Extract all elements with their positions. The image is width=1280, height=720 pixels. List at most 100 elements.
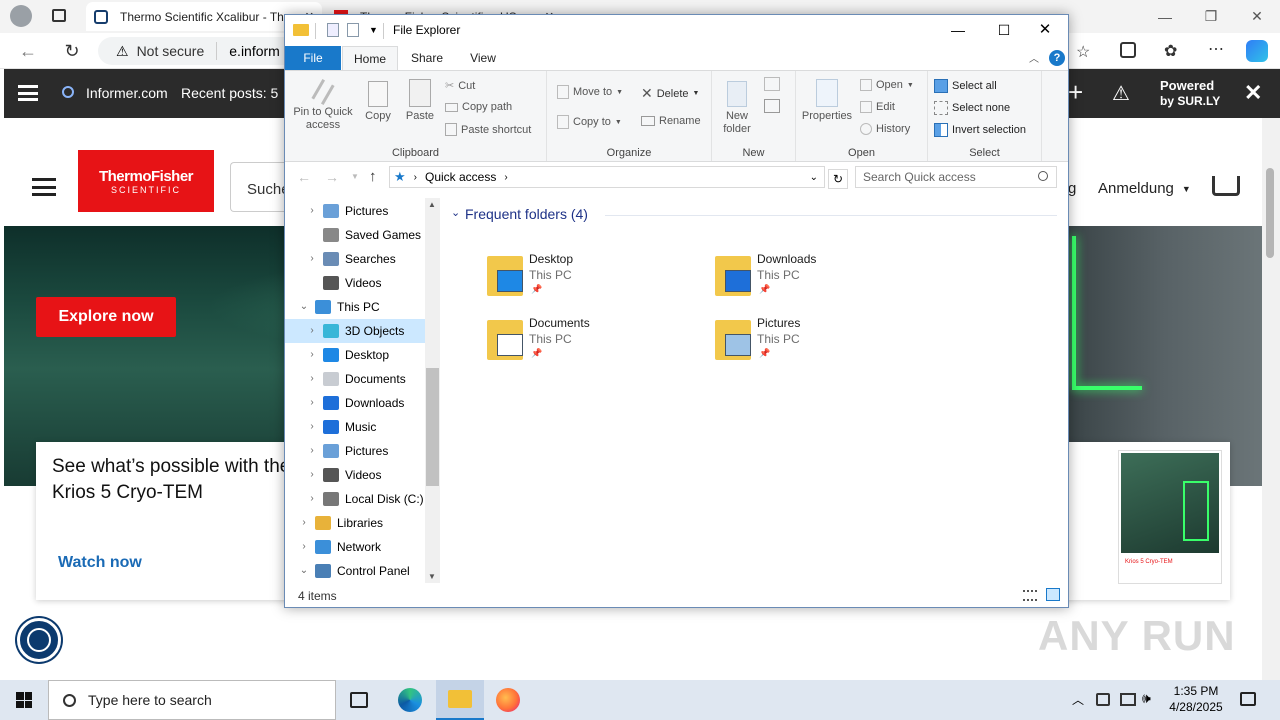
task-view-icon[interactable]: [350, 692, 368, 708]
easy-access-icon[interactable]: [764, 99, 780, 113]
network-icon[interactable]: [1120, 693, 1136, 706]
tab-share[interactable]: Share: [399, 46, 455, 70]
new-folder-qat-icon[interactable]: [347, 23, 359, 37]
copy-path-button[interactable]: Copy path: [445, 101, 512, 113]
recent-locations-icon[interactable]: ▼: [351, 172, 359, 181]
menu-dots-icon[interactable]: ⋯: [1208, 39, 1224, 59]
tree-item-control-panel[interactable]: ⌄ Control Panel: [285, 559, 425, 583]
history-button[interactable]: History: [860, 123, 910, 135]
favorites-icon[interactable]: ☆: [1076, 42, 1090, 62]
tree-item-3d-objects[interactable]: › 3D Objects: [285, 319, 425, 343]
tree-item-downloads[interactable]: › Downloads: [285, 391, 425, 415]
chevron-right-icon[interactable]: ›: [307, 374, 317, 384]
delete-button[interactable]: ✕ Delete ▼: [641, 85, 699, 102]
chevron-right-icon[interactable]: ›: [307, 350, 317, 360]
chevron-right-icon[interactable]: ›: [307, 470, 317, 480]
folder-tile-desktop[interactable]: Desktop This PC 📌: [483, 252, 693, 308]
scroll-down-icon[interactable]: ▼: [428, 572, 436, 581]
informer-site[interactable]: Informer.com: [86, 85, 168, 101]
chevron-down-icon[interactable]: ⌄: [299, 566, 309, 576]
details-view-icon[interactable]: [1023, 590, 1037, 601]
collapse-ribbon-icon[interactable]: ︿: [1029, 50, 1039, 65]
up-arrow-icon[interactable]: ↑: [369, 168, 377, 185]
breadcrumb-path[interactable]: Quick access: [425, 170, 496, 184]
extensions-icon[interactable]: ✿: [1164, 41, 1177, 61]
close-button[interactable]: ✕: [1022, 15, 1068, 46]
chevron-down-icon[interactable]: ⌄: [299, 302, 309, 312]
scroll-thumb[interactable]: [426, 368, 439, 486]
tree-item-saved-games[interactable]: Saved Games: [285, 223, 425, 247]
copy-button[interactable]: Copy: [359, 77, 397, 123]
taskbar-search-box[interactable]: Type here to search: [48, 680, 336, 720]
hardware-icon[interactable]: [1096, 693, 1110, 706]
cut-button[interactable]: ✂ Cut: [445, 79, 475, 93]
volume-icon[interactable]: 🕪: [1142, 690, 1151, 707]
forward-arrow-icon[interactable]: →: [325, 169, 339, 185]
restore-button[interactable]: ❐: [1188, 0, 1234, 33]
properties-button[interactable]: Properties: [798, 77, 856, 123]
chevron-right-icon[interactable]: ›: [307, 326, 317, 336]
chevron-right-icon[interactable]: ›: [307, 206, 317, 216]
minimize-button[interactable]: —: [1142, 0, 1188, 33]
hamburger-icon[interactable]: [32, 178, 56, 196]
tree-item-desktop[interactable]: › Desktop: [285, 343, 425, 367]
tab-file[interactable]: File: [285, 46, 341, 70]
collections-icon[interactable]: [1120, 42, 1136, 58]
paste-button[interactable]: Paste: [401, 77, 439, 123]
nav-link[interactable]: g: [1068, 180, 1076, 197]
edge-icon[interactable]: [398, 688, 422, 712]
address-dropdown-icon[interactable]: ⌄: [810, 172, 818, 183]
show-hidden-icons[interactable]: ︿: [1072, 691, 1084, 708]
tree-item-videos[interactable]: Videos: [285, 271, 425, 295]
explore-now-button[interactable]: Explore now: [36, 297, 176, 337]
firefox-icon[interactable]: [496, 688, 520, 712]
tree-item-documents[interactable]: › Documents: [285, 367, 425, 391]
qat-dropdown-icon[interactable]: ▼: [369, 25, 378, 35]
refresh-icon[interactable]: ↻: [828, 169, 848, 189]
maximize-button[interactable]: ☐: [981, 15, 1027, 46]
profile-icon[interactable]: [10, 5, 32, 27]
folder-tile-pictures[interactable]: Pictures This PC 📌: [711, 316, 921, 372]
scroll-thumb[interactable]: [1266, 168, 1274, 258]
tree-item-videos[interactable]: › Videos: [285, 463, 425, 487]
site-search-input[interactable]: Suche: [230, 162, 290, 212]
section-collapse-icon[interactable]: ⌄: [451, 206, 460, 219]
close-button[interactable]: ✕: [1234, 0, 1280, 33]
back-arrow-icon[interactable]: ←: [297, 169, 311, 185]
copy-to-button[interactable]: Copy to ▼: [557, 115, 622, 129]
tree-item-this-pc[interactable]: ⌄ This PC: [285, 295, 425, 319]
large-icons-view-icon[interactable]: [1046, 588, 1060, 601]
notifications-icon[interactable]: [1240, 692, 1256, 706]
plus-icon[interactable]: +: [1068, 78, 1083, 106]
tree-item-libraries[interactable]: › Libraries: [285, 511, 425, 535]
help-icon[interactable]: ?: [1049, 50, 1065, 66]
chevron-right-icon[interactable]: ›: [307, 494, 317, 504]
chevron-right-icon[interactable]: ›: [299, 518, 309, 528]
new-item-icon[interactable]: [764, 77, 780, 91]
search-quick-access-input[interactable]: Search Quick access: [855, 166, 1057, 188]
alert-icon[interactable]: ⚠: [1112, 81, 1130, 106]
tree-item-network[interactable]: › Network: [285, 535, 425, 559]
folder-tile-downloads[interactable]: Downloads This PC 📌: [711, 252, 921, 308]
copilot-icon[interactable]: [1246, 40, 1268, 62]
menu-icon[interactable]: [18, 85, 38, 101]
chevron-right-icon[interactable]: ›: [307, 422, 317, 432]
watch-now-link[interactable]: Watch now: [58, 554, 142, 572]
page-scrollbar[interactable]: [1262, 118, 1280, 680]
thermofisher-logo[interactable]: ThermoFisher SCIENTIFIC: [78, 150, 214, 212]
navigation-scrollbar[interactable]: ▲ ▼: [425, 198, 440, 583]
tab-actions-icon[interactable]: [52, 9, 66, 22]
pin-quick-access-button[interactable]: Pin to Quick access: [289, 77, 357, 132]
folder-tile-documents[interactable]: Documents This PC 📌: [483, 316, 693, 372]
address-field[interactable]: ★ › Quick access › ⌄: [389, 166, 825, 188]
refresh-icon[interactable]: ↻: [62, 41, 82, 61]
new-folder-button[interactable]: New folder: [716, 77, 758, 136]
select-all-button[interactable]: Select all: [934, 79, 997, 93]
start-button[interactable]: [0, 680, 48, 720]
clock[interactable]: 1:35 PM 4/28/2025: [1166, 683, 1226, 715]
paste-shortcut-button[interactable]: Paste shortcut: [445, 123, 531, 136]
move-to-button[interactable]: Move to ▼: [557, 85, 623, 99]
tree-item-local-disk[interactable]: › Local Disk (C:): [285, 487, 425, 511]
scroll-up-icon[interactable]: ▲: [428, 200, 436, 209]
chevron-right-icon[interactable]: ›: [307, 254, 317, 264]
